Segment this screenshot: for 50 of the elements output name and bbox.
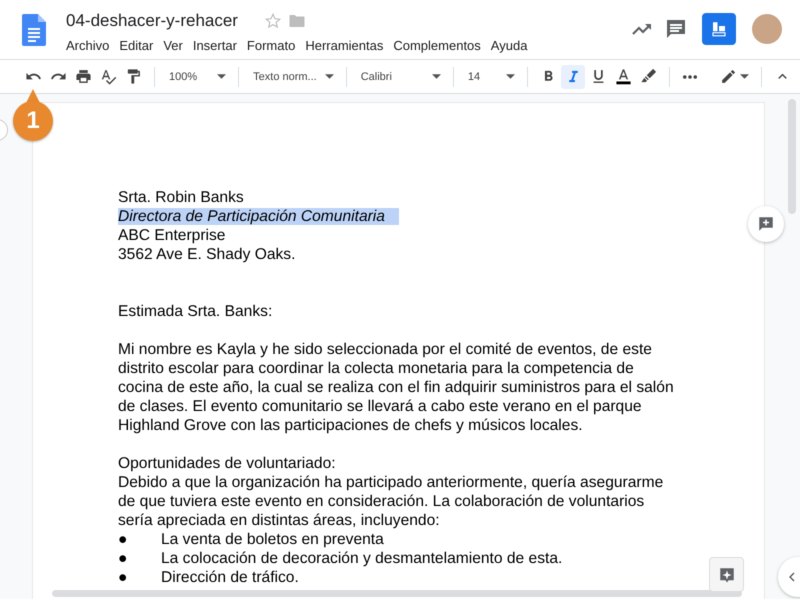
menu-item[interactable]: Herramientas bbox=[305, 36, 384, 55]
document-text: ABC Enterprise bbox=[118, 227, 226, 244]
scrollbar-thumb[interactable] bbox=[788, 99, 796, 214]
menu-item[interactable]: Formato bbox=[246, 36, 296, 55]
menu-item[interactable]: Insertar bbox=[192, 36, 237, 55]
menu-item[interactable]: Archivo bbox=[66, 36, 110, 55]
document-text: Oportunidades de voluntariado: bbox=[118, 455, 336, 472]
meeting-button[interactable] bbox=[702, 13, 736, 45]
bullet-item: Dirección de tráfico. bbox=[161, 568, 299, 587]
spellcheck-icon bbox=[100, 68, 116, 85]
menu-item[interactable]: Complementos bbox=[393, 36, 481, 55]
document-title[interactable]: 04-deshacer-y-rehacer bbox=[66, 11, 238, 31]
document-text: Debido a que la organización ha participado anteriormente, quería asegurarme de que tuviera este evento en consideración. La colaboración de voluntarios sería apreciada en distintas áreas, incluyendo: bbox=[118, 474, 664, 529]
document-text: Srta. Robin Banks bbox=[118, 189, 244, 206]
menu-item[interactable]: Ayuda bbox=[490, 36, 528, 55]
document-text: Mi nombre es Kayla y he sido seleccionada por el comité de eventos, de este distrito escolar para coordinar la colecta monetaria para la competencia de cocina de este año, la cual se realiza con el fin adquirir suministros para el salón de clases. El evento comunitario se llevará a cabo este verano en el parque Highland Grove con las participaciones de chefs y músicos locales. bbox=[118, 341, 674, 434]
comment-icon[interactable] bbox=[664, 17, 688, 41]
bullet-marker: ● bbox=[118, 549, 128, 568]
sparkle-icon bbox=[718, 566, 736, 584]
star-icon[interactable] bbox=[264, 12, 282, 30]
caret-icon bbox=[432, 74, 441, 79]
document-text: 3562 Ave E. Shady Oaks. bbox=[118, 246, 296, 263]
document-text: Estimada Srta. Banks: bbox=[118, 303, 272, 320]
bullet-item: La colocación de decoración y desmantelamiento de esta. bbox=[161, 549, 562, 568]
horizontal-scrollbar[interactable] bbox=[52, 590, 742, 597]
menu-item[interactable]: Ver bbox=[163, 36, 183, 55]
explore-button[interactable] bbox=[709, 557, 744, 592]
caret-icon bbox=[324, 74, 334, 79]
marker-pen-icon bbox=[640, 68, 657, 85]
document-text: Directora de Participación Comunitaria bbox=[118, 208, 399, 225]
printer-icon bbox=[74, 68, 92, 85]
caret-icon bbox=[506, 74, 516, 79]
add-comment-icon bbox=[757, 215, 775, 233]
style-dropdown[interactable]: Texto norm... bbox=[247, 70, 338, 82]
pencil-icon bbox=[720, 68, 736, 85]
bullet-marker: ● bbox=[118, 530, 128, 549]
menu-item[interactable]: Editar bbox=[119, 36, 154, 55]
text-color-icon bbox=[614, 68, 632, 85]
italic-button[interactable] bbox=[561, 64, 586, 88]
building-icon bbox=[710, 20, 728, 38]
caret-icon bbox=[217, 74, 226, 79]
bullet-marker: ● bbox=[118, 568, 128, 587]
font-dropdown[interactable]: Calibri bbox=[354, 70, 445, 82]
caret-icon bbox=[740, 74, 748, 79]
docs-logo-icon[interactable] bbox=[22, 14, 46, 46]
font-size-dropdown[interactable]: 14 bbox=[462, 70, 520, 82]
add-comment-button[interactable] bbox=[748, 206, 784, 242]
more-icon bbox=[683, 74, 698, 78]
bullet-item: La venta de boletos en preventa bbox=[161, 530, 384, 549]
zoom-dropdown[interactable]: 100% bbox=[163, 70, 230, 82]
